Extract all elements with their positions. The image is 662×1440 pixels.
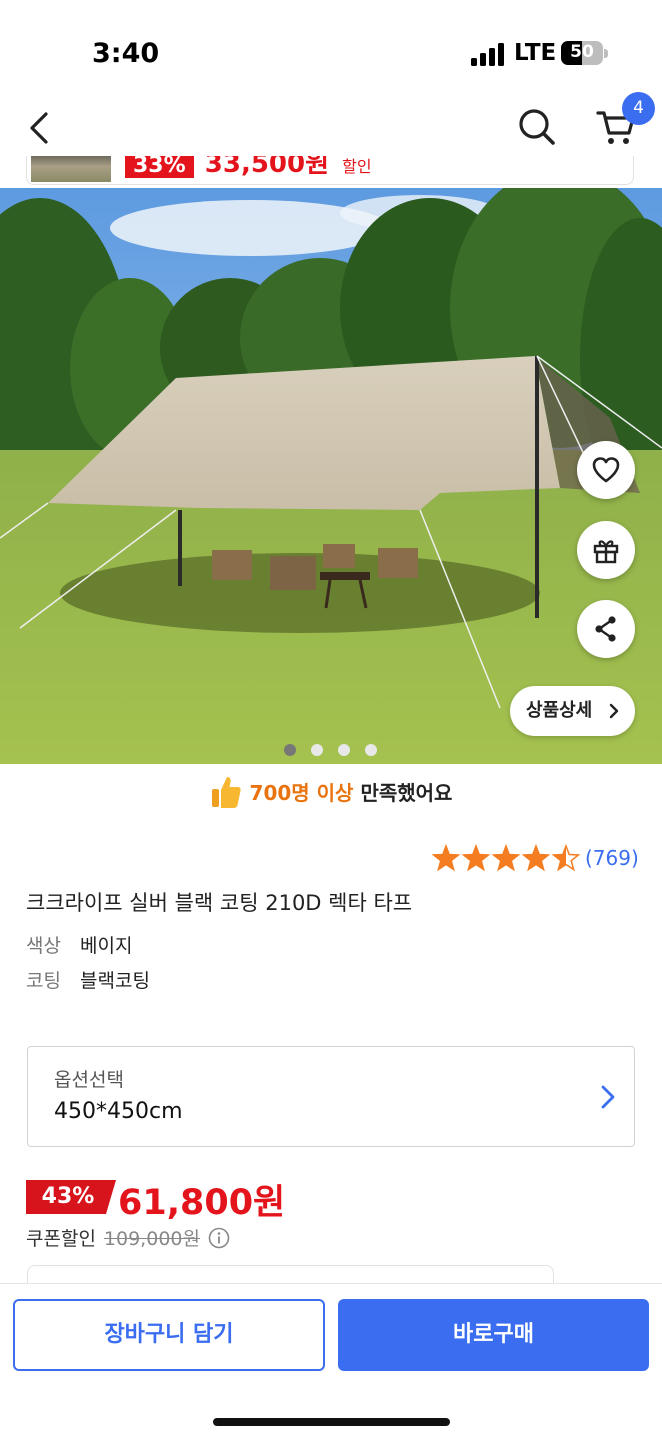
mini-suffix: 할인 (342, 157, 372, 176)
share-icon (595, 616, 616, 642)
carousel-dot (338, 744, 350, 756)
rating[interactable]: (769) (432, 843, 647, 873)
discount-percent: 43% (41, 1184, 95, 1209)
info-icon[interactable] (208, 1227, 230, 1249)
star-fill (493, 846, 519, 870)
home-indicator (213, 1418, 450, 1426)
attribute-label: 색상 (26, 935, 61, 957)
search-icon (519, 109, 555, 145)
review-count[interactable]: (769) (585, 846, 639, 870)
chevron-left-icon (30, 112, 48, 144)
product-detail-button[interactable]: 상품상세 (510, 686, 635, 736)
status-bar: 3:40 LTE 50 (0, 0, 662, 100)
cart-count-badge: 4 (622, 92, 655, 125)
battery-icon: 50 (561, 41, 603, 65)
satisfaction-text: 만족했어요 (360, 781, 453, 805)
attribute-coating: 코팅 블랙코팅 (26, 966, 150, 993)
sticky-product-summary[interactable]: 33% 33,500원 할인 (26, 156, 634, 185)
product-image-carousel[interactable]: 상품상세 (0, 188, 662, 764)
option-select[interactable]: 옵션선택 450*450cm (27, 1046, 635, 1147)
carousel-dot (365, 744, 377, 756)
discount-badge: 43% (26, 1180, 116, 1214)
product-thumbnail (31, 156, 111, 182)
thumbs-up-icon (211, 776, 241, 808)
carousel-dot (311, 744, 323, 756)
search-button[interactable] (514, 104, 560, 150)
attribute-label: 코팅 (26, 970, 61, 992)
bottom-action-bar: 장바구니 담기 바로구매 (0, 1283, 662, 1440)
gift-button[interactable] (577, 521, 635, 579)
star-fill (523, 846, 549, 870)
heart-icon (592, 457, 620, 483)
chevron-right-icon (609, 703, 619, 719)
wishlist-button[interactable] (577, 441, 635, 499)
add-to-cart-button[interactable]: 장바구니 담기 (13, 1299, 325, 1371)
carousel-dot (284, 744, 296, 756)
buy-now-button[interactable]: 바로구매 (338, 1299, 649, 1371)
attribute-value: 블랙코팅 (80, 970, 150, 992)
attribute-color: 색상 베이지 (26, 931, 132, 958)
battery-tip (604, 49, 608, 58)
network-type: LTE (514, 40, 557, 66)
mini-price: 33,500원 (204, 156, 330, 179)
back-button[interactable] (20, 106, 60, 150)
option-value: 450*450cm (54, 1099, 183, 1124)
status-time: 3:40 (92, 38, 160, 69)
coupon-label: 쿠폰할인 (26, 1228, 96, 1250)
product-title: 크크라이프 실버 블랙 코팅 210D 렉타 타프 (26, 891, 413, 915)
option-label: 옵션선택 (54, 1069, 124, 1091)
mini-discount-badge: 33% (125, 156, 194, 178)
star-fill (463, 846, 489, 870)
satisfaction-banner: 700명 이상 만족했어요 (0, 770, 662, 816)
star-rating-icon (432, 844, 580, 872)
product-photo (0, 188, 662, 764)
star-fill (433, 846, 459, 870)
satisfaction-count: 700명 이상 (249, 781, 354, 805)
mini-price-row: 33% 33,500원 할인 (125, 156, 372, 179)
sale-price: 61,800원 (118, 1183, 286, 1223)
attribute-value: 베이지 (80, 935, 133, 957)
gift-icon (593, 540, 619, 564)
signal-icon (471, 42, 505, 66)
chevron-right-icon (601, 1085, 615, 1109)
coupon-row: 쿠폰할인 109,000원 (26, 1224, 230, 1251)
battery-percent: 50 (570, 42, 594, 62)
product-detail-label: 상품상세 (526, 700, 593, 721)
app-header: 4 (0, 92, 662, 156)
original-price: 109,000원 (103, 1228, 200, 1250)
share-button[interactable] (577, 600, 635, 658)
